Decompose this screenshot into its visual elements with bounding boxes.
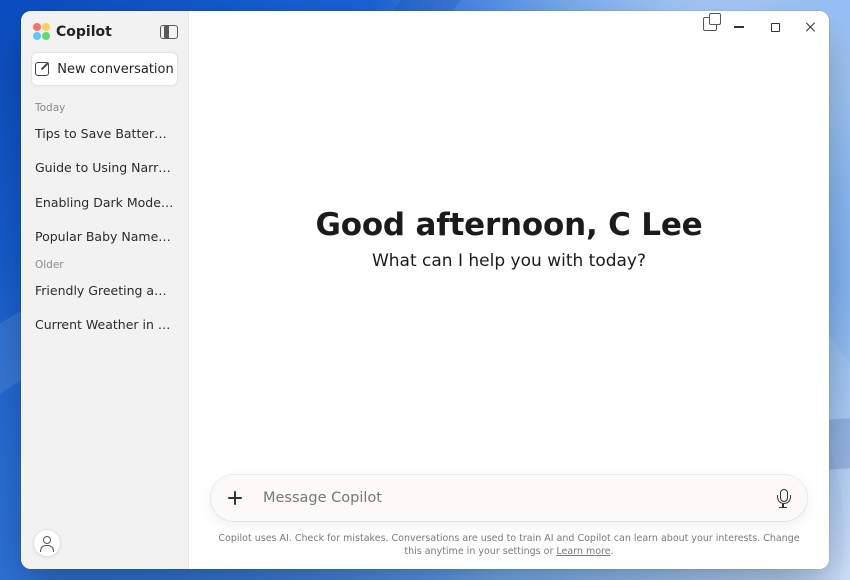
history-item[interactable]: Popular Baby Names in 20… — [21, 221, 188, 253]
learn-more-link[interactable]: Learn more — [556, 546, 610, 557]
attach-button[interactable] — [217, 480, 253, 516]
window-minimize-button[interactable] — [721, 13, 757, 41]
plus-icon — [227, 490, 243, 506]
history-section-older: Older — [21, 253, 188, 275]
close-icon — [805, 21, 817, 33]
message-input[interactable] — [253, 490, 765, 506]
minimize-icon — [734, 26, 744, 27]
desktop-wallpaper: Copilot New conversation Today Tips to S… — [0, 0, 850, 580]
sidebar: Copilot New conversation Today Tips to S… — [21, 11, 189, 569]
app-window: Copilot New conversation Today Tips to S… — [21, 11, 829, 569]
app-name: Copilot — [56, 24, 112, 40]
history-item[interactable]: Enabling Dark Mode on W… — [21, 187, 188, 219]
copilot-logo-icon — [33, 23, 50, 40]
account-button[interactable] — [33, 529, 61, 557]
greeting-area: Good afternoon, C Lee What can I help yo… — [189, 43, 829, 475]
window-close-button[interactable] — [793, 13, 829, 41]
history-item[interactable]: Friendly Greeting and Cha… — [21, 275, 188, 307]
new-conversation-label: New conversation — [57, 62, 174, 77]
person-icon — [40, 536, 54, 550]
disclaimer-body: Copilot uses AI. Check for mistakes. Con… — [218, 533, 799, 557]
history-item[interactable]: Guide to Using Narrator in… — [21, 152, 188, 184]
history-section-today: Today — [21, 96, 188, 118]
sidebar-header: Copilot — [21, 11, 188, 48]
microphone-icon — [777, 489, 789, 507]
greeting-subtitle: What can I help you with today? — [372, 251, 646, 271]
compose-icon — [35, 62, 49, 76]
app-brand: Copilot — [33, 23, 112, 40]
main-pane: Good afternoon, C Lee What can I help yo… — [189, 11, 829, 569]
history-item[interactable]: Current Weather in Oahu — [21, 309, 188, 341]
composer-area — [189, 475, 829, 527]
new-conversation-button[interactable]: New conversation — [31, 52, 178, 86]
maximize-icon — [771, 23, 780, 32]
disclaimer-text: Copilot uses AI. Check for mistakes. Con… — [189, 527, 829, 569]
history-item[interactable]: Tips to Save Battery on De… — [21, 118, 188, 150]
microphone-button[interactable] — [765, 480, 801, 516]
window-maximize-button[interactable] — [757, 13, 793, 41]
toggle-sidebar-icon[interactable] — [160, 25, 178, 39]
window-titlebar — [189, 11, 829, 43]
greeting-title: Good afternoon, C Lee — [315, 207, 702, 243]
popout-icon[interactable] — [703, 17, 717, 31]
message-composer — [211, 475, 807, 521]
